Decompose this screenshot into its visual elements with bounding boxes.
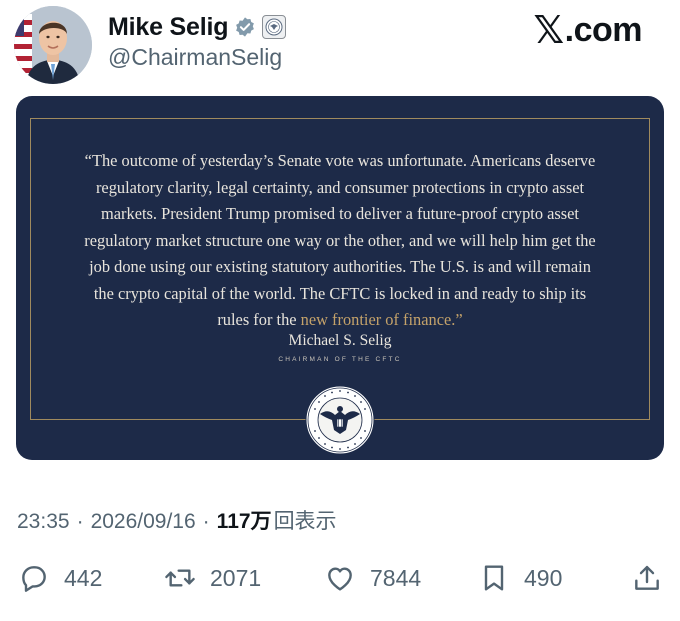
x-icon: 𝕏 [533,8,565,52]
share-icon [635,565,659,590]
quote-text: “The outcome of yesterday’s Senate vote … [78,148,602,334]
repost-button[interactable]: 2071 [164,556,261,600]
reply-count: 442 [64,564,103,591]
site-logo-text: .com [564,10,643,49]
separator-dot: · [202,510,210,533]
media-image-card[interactable]: “The outcome of yesterday’s Senate vote … [16,96,664,460]
tweet-header: Mike Selig @ChairmanSelig 𝕏 .com [0,0,680,90]
user-handle[interactable]: @ChairmanSelig [108,44,282,71]
repost-icon [165,569,195,587]
profile-photo [14,6,92,84]
views-label: 回表示 [273,510,337,533]
signature-name: Michael S. Selig [288,332,392,349]
views-count[interactable]: 117万 [217,505,272,535]
quote-highlight: new frontier of finance.” [300,310,463,329]
name-row: Mike Selig [108,12,287,42]
cftc-seal-icon [305,385,375,455]
seal-mini-icon [265,18,283,36]
action-bar: 442 2071 7844 490 [0,556,680,600]
government-seal-icon[interactable] [262,15,287,39]
heart-icon [328,567,352,591]
like-button[interactable]: 7844 [324,556,421,600]
quote-body: “The outcome of yesterday’s Senate vote … [84,151,596,329]
bookmark-count: 490 [524,564,563,591]
tweet-date[interactable]: 2026/09/16 [91,510,196,534]
x-logo: 𝕏 .com [533,8,643,52]
avatar[interactable] [14,6,92,84]
separator-dot: · [76,510,84,533]
verified-badge-icon[interactable] [234,16,256,38]
like-count: 7844 [370,564,422,591]
tweet-meta: 23:35 · 2026/09/16 · 117万 回表示 [17,505,337,535]
display-name[interactable]: Mike Selig [108,13,228,42]
reply-icon [22,566,46,592]
repost-count: 2071 [210,564,262,591]
bookmark-button[interactable]: 490 [478,556,562,600]
share-button[interactable] [631,556,663,600]
reply-button[interactable]: 442 [18,556,102,600]
tweet-time[interactable]: 23:35 [17,510,70,534]
bookmark-icon [484,565,504,591]
signature-title: CHAIRMAN OF THE CFTC [278,356,402,363]
